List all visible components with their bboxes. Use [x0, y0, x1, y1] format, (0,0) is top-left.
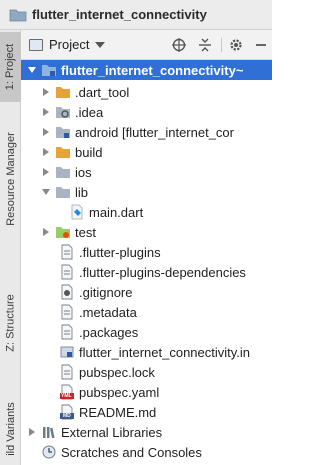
tree-item-android[interactable]: android [flutter_internet_cor [21, 122, 272, 142]
text-file-icon [59, 304, 75, 320]
yaml-file-icon: YML [59, 384, 75, 400]
tree-item-label: Scratches and Consoles [61, 444, 202, 460]
libraries-icon [41, 424, 57, 440]
collapse-icon[interactable] [197, 37, 213, 53]
folder-module-icon [55, 124, 71, 140]
chevron-down-icon[interactable] [95, 41, 106, 48]
tree-item-pubspec-yaml[interactable]: YML pubspec.yaml [21, 382, 272, 402]
chevron-down-icon[interactable] [27, 65, 37, 75]
tree-item-label: android [flutter_internet_cor [75, 124, 234, 140]
chevron-right-icon[interactable] [41, 227, 51, 237]
text-file-icon [59, 244, 75, 260]
target-icon[interactable] [171, 37, 187, 53]
dart-file-icon [69, 204, 85, 220]
tree-item-label: lib [75, 184, 89, 200]
tree-item-idea[interactable]: .idea [21, 102, 272, 122]
tree-item-label: .metadata [79, 304, 137, 320]
tree-item-external-libraries[interactable]: External Libraries [21, 422, 272, 442]
iml-file-icon [59, 344, 75, 360]
scratches-icon [41, 444, 57, 460]
markdown-file-icon: MD [59, 404, 75, 420]
tab-resource-manager[interactable]: Resource Manager [0, 114, 21, 244]
tree-item-packages[interactable]: .packages [21, 322, 272, 342]
tree-item-lib[interactable]: lib [21, 182, 272, 202]
folder-icon [9, 9, 27, 21]
tree-item-label: build [75, 144, 103, 160]
tree-item-gitignore[interactable]: .gitignore [21, 282, 272, 302]
tree-item-readme[interactable]: MD README.md [21, 402, 272, 422]
tree-item-label: .idea [75, 104, 104, 120]
gear-icon[interactable] [228, 37, 244, 53]
tab-project-label: 1: Project [4, 43, 17, 91]
tab-build-variants[interactable]: ild Variants [0, 392, 21, 465]
tab-structure-label: Z: Structure [4, 294, 17, 352]
tree-item-label: flutter_internet_connectivity [61, 62, 236, 78]
tree-item-test[interactable]: test [21, 222, 272, 242]
folder-icon [55, 184, 71, 200]
tree-item-label: README.md [79, 404, 157, 420]
project-toolbar: Project [21, 30, 272, 60]
folder-orange-icon [55, 144, 71, 160]
project-view-icon [29, 38, 43, 51]
chevron-down-icon[interactable] [41, 187, 51, 197]
tree-item-build[interactable]: build [21, 142, 272, 162]
text-file-icon [59, 264, 75, 280]
markdown-badge: MD [63, 413, 71, 419]
tree-item-flutter-plugins[interactable]: .flutter-plugins [21, 242, 272, 262]
chevron-right-icon[interactable] [41, 147, 51, 157]
tree-item-ios[interactable]: ios [21, 162, 272, 182]
tree-item-label: .dart_tool [75, 84, 130, 100]
tab-structure[interactable]: Z: Structure [0, 278, 21, 368]
tab-build-variants-label: ild Variants [4, 401, 17, 456]
hide-icon[interactable] [253, 37, 269, 53]
tree-item-label: main.dart [89, 204, 144, 220]
project-tree: flutter_internet_connectivity ~ .dart_to… [21, 60, 272, 465]
tree-item-metadata[interactable]: .metadata [21, 302, 272, 322]
window-title: flutter_internet_connectivity [32, 7, 207, 22]
toolbar-divider [221, 38, 222, 52]
tree-item-label: External Libraries [61, 424, 163, 440]
yaml-badge: YML [61, 393, 72, 399]
folder-icon [55, 164, 71, 180]
chevron-right-icon[interactable] [41, 167, 51, 177]
tree-item-label: flutter_internet_connectivity.in [79, 344, 251, 360]
tab-resource-manager-label: Resource Manager [4, 132, 17, 226]
chevron-right-icon[interactable] [41, 107, 51, 117]
tab-project[interactable]: 1: Project [0, 32, 21, 102]
tree-item-iml[interactable]: flutter_internet_connectivity.in [21, 342, 272, 362]
chevron-right-icon[interactable] [41, 87, 51, 97]
tree-item-label: ios [75, 164, 92, 180]
tree-item-label: pubspec.yaml [79, 384, 160, 400]
tree-item-label: .flutter-plugins-dependencies [79, 264, 246, 280]
text-file-icon [59, 364, 75, 380]
left-tool-strip: 1: Project Resource Manager Z: Structure… [0, 30, 21, 465]
text-file-icon [59, 324, 75, 340]
tree-item-label: .gitignore [79, 284, 133, 300]
tree-item-flutter-plugins-dependencies[interactable]: .flutter-plugins-dependencies [21, 262, 272, 282]
tree-item-pubspec-lock[interactable]: pubspec.lock [21, 362, 272, 382]
folder-test-icon [55, 224, 71, 240]
tree-item-label: .packages [79, 324, 139, 340]
folder-orange-icon [55, 84, 71, 100]
tree-item-scratches[interactable]: Scratches and Consoles [21, 442, 272, 462]
project-view-selector[interactable]: Project [49, 37, 89, 52]
gitignore-file-icon [59, 284, 75, 300]
tree-item-label: pubspec.lock [79, 364, 155, 380]
chevron-right-icon[interactable] [41, 127, 51, 137]
tree-item-suffix: ~ [235, 62, 244, 78]
tree-item-main-dart[interactable]: main.dart [21, 202, 272, 222]
window-titlebar: flutter_internet_connectivity [0, 0, 272, 30]
chevron-right-icon[interactable] [27, 427, 37, 437]
tree-item-label: test [75, 224, 96, 240]
tree-item-root[interactable]: flutter_internet_connectivity ~ [21, 60, 272, 80]
tree-item-dart-tool[interactable]: .dart_tool [21, 82, 272, 102]
folder-settings-icon [55, 104, 71, 120]
tree-item-label: .flutter-plugins [79, 244, 161, 260]
module-folder-icon [41, 62, 57, 78]
